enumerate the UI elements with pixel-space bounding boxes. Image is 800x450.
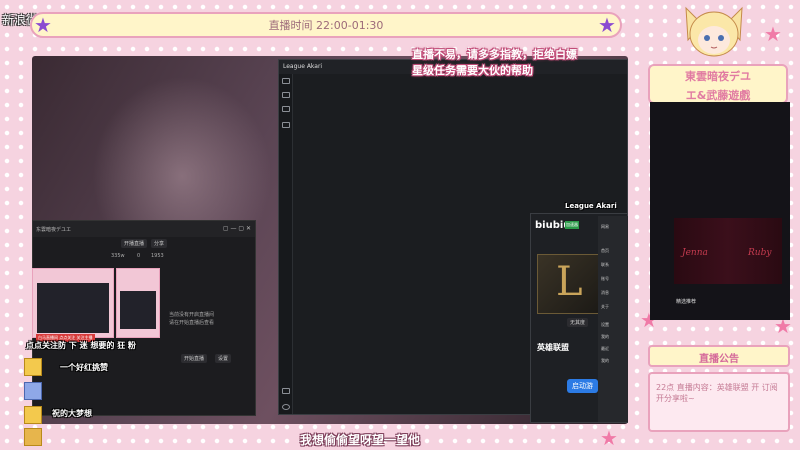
preview-thumbnail — [32, 268, 114, 338]
menu-item[interactable]: 最近 — [601, 346, 609, 352]
match-icon[interactable] — [282, 92, 290, 98]
overlay-banner-1: 直播不易，请多多指教，拒绝白嫖 — [412, 48, 577, 61]
gift-icon — [24, 406, 42, 424]
menu-item[interactable]: 设置 — [601, 322, 609, 328]
gift-icon — [24, 428, 42, 446]
avatar-icon — [685, 6, 743, 57]
tools-icon[interactable] — [282, 122, 290, 128]
notice-title-text: 直播公告 — [699, 354, 739, 365]
start-stream-button[interactable]: 开始直播 — [181, 354, 208, 363]
gear-icon[interactable] — [282, 404, 290, 410]
brand-line-1: 東雲暗夜デユ — [685, 70, 751, 83]
camera-poster: Jenna Ruby — [674, 218, 782, 284]
gift-icon — [24, 358, 42, 376]
stream-time-bar: 直播时间 22:00-01:30 — [30, 12, 622, 38]
stat-viewers: 1953 — [151, 253, 164, 259]
status-row-1: 当前没有开启直播间 — [169, 312, 215, 318]
league-akari-label: League Akari — [565, 202, 617, 210]
douyu-header: 东雲暗夜デユエ ▢ — ▢ ✕ — [33, 221, 255, 237]
menu-item[interactable]: 网易 — [601, 224, 609, 230]
preview-thumbnail — [116, 268, 160, 338]
menu-item[interactable]: 我的 — [601, 358, 609, 364]
notice-title: 直播公告 — [648, 345, 790, 367]
menu-item[interactable]: 我的 — [601, 334, 609, 340]
preview-inner — [120, 291, 156, 329]
menu-item[interactable]: 账号 — [601, 276, 609, 282]
menu-item[interactable]: 首页 — [601, 248, 609, 254]
brand-line-2: エ&武藤遊戲 — [685, 89, 751, 102]
overlay-text-3: 祝的大梦想 — [52, 409, 92, 418]
brand-plate: 東雲暗夜デユ エ&武藤遊戲 — [648, 64, 788, 104]
douyu-title: 东雲暗夜デユエ — [36, 227, 72, 233]
game-tag: 无其度 — [567, 318, 589, 327]
open-stream-button[interactable]: 开播直播 — [121, 239, 148, 248]
status-row-2: 请在开始直播后查看 — [169, 320, 215, 326]
gift-icon — [24, 382, 42, 400]
preview-inner — [37, 283, 109, 333]
overlay-text-2: 一个好红挑赞 — [60, 363, 108, 372]
home-icon[interactable] — [282, 78, 290, 84]
share-button[interactable]: 分享 — [151, 239, 168, 248]
stream-time-text: 直播时间 22:00-01:30 — [268, 19, 384, 32]
camera-panel — [650, 102, 790, 320]
star-icon: ★ — [598, 13, 616, 37]
poster-name-1: Jenna — [682, 248, 708, 258]
bottom-subtitle: 我想偷偷望呀望一望他 — [300, 433, 421, 447]
poster-name-2: Ruby — [748, 248, 772, 258]
akari-sidebar — [279, 74, 293, 414]
recommend-label: 精选推荐 — [676, 299, 697, 305]
netease-menu: 网易 首页 联系 账号 消息 关于 设置 我的 最近 我的 — [598, 216, 628, 422]
game-name: 英雄联盟 — [537, 343, 569, 352]
settings-button[interactable]: 设置 — [215, 354, 232, 363]
stat-gifts: 0 — [137, 253, 141, 259]
lol-game-tile[interactable]: L — [537, 254, 599, 314]
overlay-text-1: 点点关注防 下 迷 想要的 狂 粉 — [26, 341, 136, 350]
menu-item[interactable]: 消息 — [601, 290, 609, 296]
profile-icon[interactable] — [282, 106, 290, 112]
window-controls[interactable]: ▢ — ▢ ✕ — [223, 225, 251, 232]
star-icon: ★ — [600, 426, 618, 450]
star-icon: ★ — [34, 13, 52, 37]
star-icon: ★ — [764, 22, 782, 46]
stat-fans: 335w — [111, 253, 125, 259]
lol-logo: L — [556, 259, 583, 305]
overlay-banner-2: 星级任务需要大伙的帮助 — [412, 64, 533, 77]
menu-item[interactable]: 关于 — [601, 304, 609, 310]
launch-game-button[interactable]: 启动游 — [567, 379, 598, 393]
notice-body: 22点 直播内容：英雄联盟 开 订阅 开分享啦~ — [648, 372, 790, 432]
biubiu-badge: 加速器 — [565, 221, 579, 229]
expand-icon[interactable] — [282, 388, 290, 394]
menu-item[interactable]: 联系 — [601, 262, 609, 268]
